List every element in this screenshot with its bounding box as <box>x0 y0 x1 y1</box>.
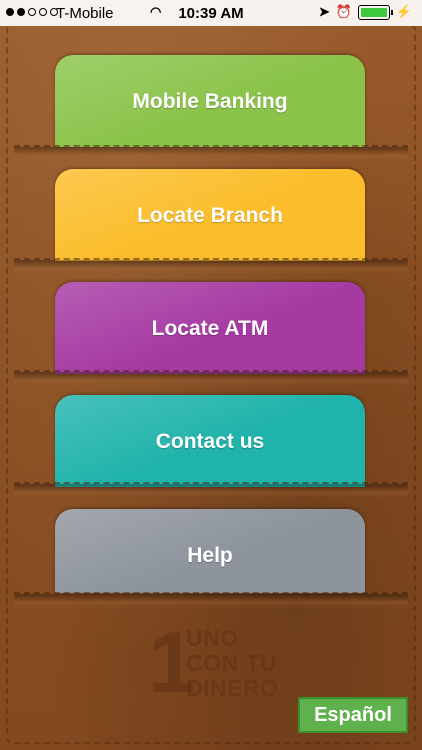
pocket-divider <box>14 482 408 498</box>
contact-us-label: Contact us <box>155 430 265 453</box>
contact-us-button[interactable]: Contact us <box>55 395 365 487</box>
pocket-divider <box>14 258 408 274</box>
alarm-icon: ⏰ <box>335 4 352 19</box>
pocket-divider <box>14 145 408 161</box>
location-arrow-icon: ➤ <box>318 4 330 19</box>
logo-word-2: CON TU <box>186 650 278 676</box>
battery-icon <box>357 4 393 20</box>
help-button[interactable]: Help <box>55 509 365 593</box>
mobile-banking-label: Mobile Banking <box>132 90 288 113</box>
locate-atm-button[interactable]: Locate ATM <box>55 282 365 374</box>
locate-branch-label: Locate Branch <box>137 204 283 227</box>
help-label: Help <box>187 544 233 567</box>
espanol-language-button[interactable]: Español <box>298 697 408 733</box>
uno-con-tu-dinero-logo: 1 UNO CON TU DINERO <box>148 620 278 710</box>
charging-icon: ⚡ <box>395 4 412 19</box>
mobile-banking-button[interactable]: Mobile Banking <box>55 55 365 147</box>
logo-word-1: UNO <box>186 625 239 651</box>
status-bar: T-Mobile ◠ 10:39 AM ➤ ⏰ ⚡ <box>0 0 422 26</box>
pocket-divider <box>14 592 408 608</box>
locate-branch-button[interactable]: Locate Branch <box>55 169 365 261</box>
pocket-divider <box>14 370 408 386</box>
locate-atm-label: Locate ATM <box>151 317 269 340</box>
logo-word-3: DINERO <box>186 675 279 701</box>
